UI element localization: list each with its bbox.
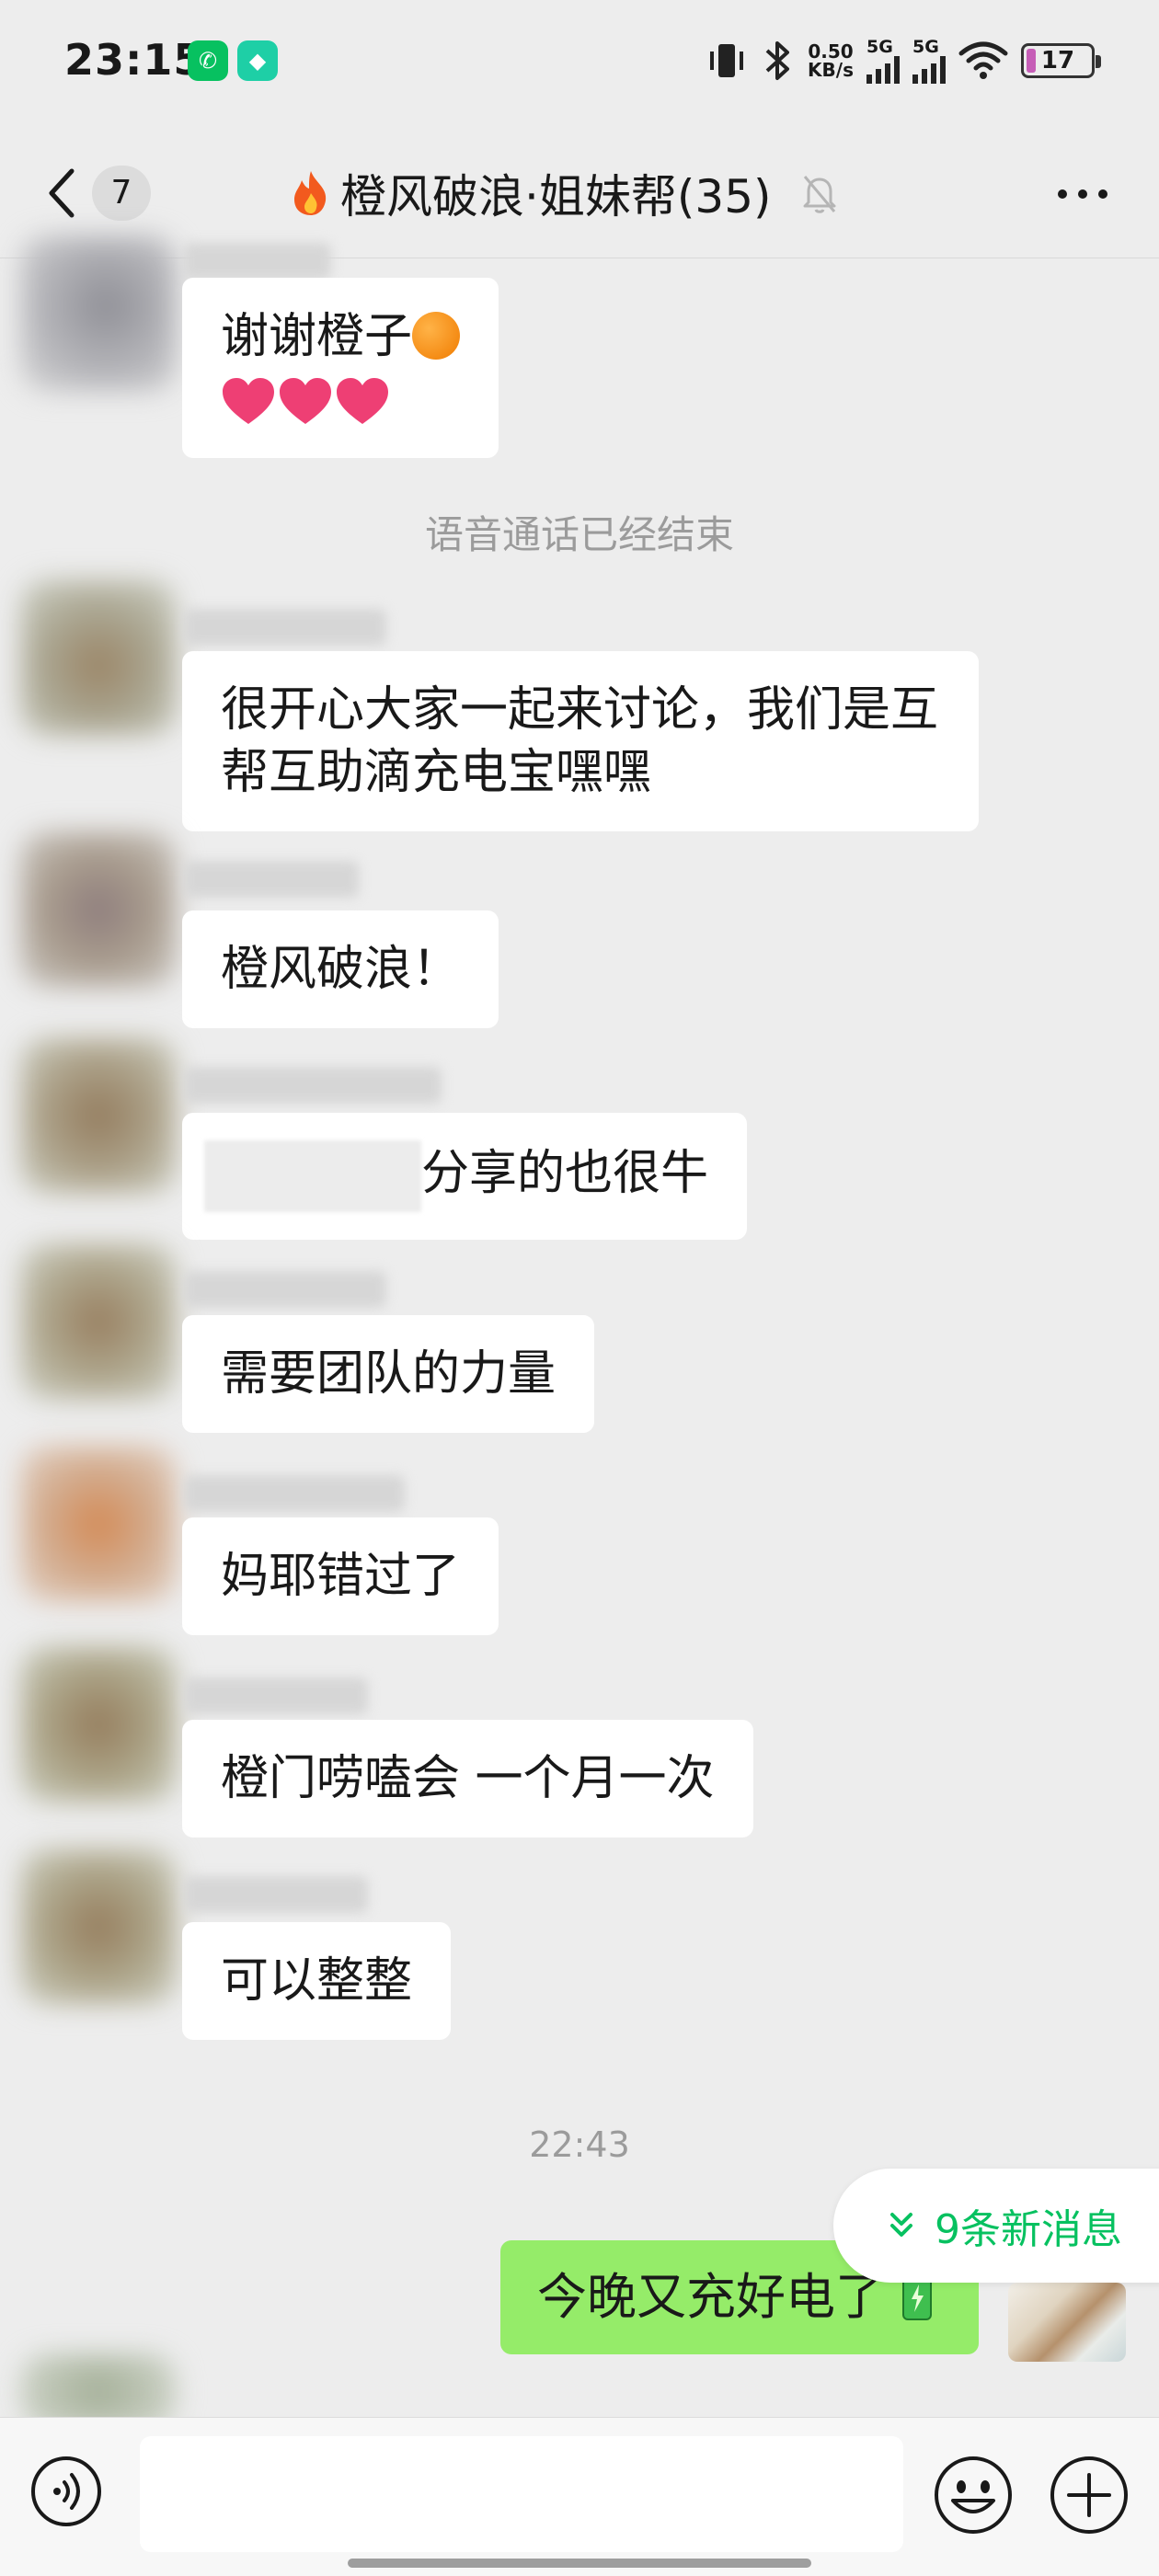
avatar[interactable] (20, 1037, 177, 1194)
sender-name (184, 1475, 405, 1512)
double-chevron-down-icon (890, 2213, 912, 2237)
home-indicator[interactable] (348, 2559, 811, 2568)
message-text: 很开心大家一起来讨论，我们是互帮互助滴充电宝嘿嘿 (221, 682, 939, 800)
battery-level: 17 (1040, 47, 1075, 74)
message-bubble[interactable]: 很开心大家一起来讨论，我们是互帮互助滴充电宝嘿嘿 (182, 651, 979, 831)
net-speed: 0.50 KB/s (808, 42, 854, 79)
status-bar: 23:15 ✆ ◆ 0.50 KB/s 5G 5G 17 (0, 0, 1159, 120)
message-text: 谢谢橙子 (221, 309, 413, 364)
message-text: 橙门唠嗑会 一个月一次 (221, 1751, 715, 1806)
message-bubble[interactable]: 妈耶错过了 (182, 1517, 499, 1635)
wechat-icon: ✆ (188, 40, 228, 81)
net-speed-value: 0.50 (808, 40, 854, 63)
sender-name (184, 1876, 368, 1913)
avatar[interactable] (20, 1243, 177, 1400)
avatar[interactable] (20, 1849, 177, 2005)
more-icon[interactable] (1058, 189, 1107, 199)
sender-name (184, 1677, 368, 1714)
message-text: 需要团队的力量 (221, 1346, 557, 1402)
message-bubble[interactable]: 橙门唠嗑会 一个月一次 (182, 1720, 753, 1838)
system-message: 语音通话已经结束 (424, 512, 734, 557)
message-input[interactable] (140, 2436, 903, 2552)
net-speed-unit: KB/s (808, 59, 854, 81)
plus-button[interactable] (1049, 2455, 1130, 2536)
message-bubble[interactable]: 需要团队的力量 (182, 1315, 595, 1433)
wifi-icon (958, 41, 1008, 79)
avatar[interactable] (20, 579, 177, 736)
sender-name (184, 243, 331, 280)
message-bubble[interactable]: 谢谢橙子 (182, 278, 499, 458)
message-bubble[interactable]: 可以整整 (182, 1922, 452, 2040)
my-avatar[interactable] (1008, 2283, 1126, 2362)
voice-input-button[interactable] (29, 2455, 103, 2528)
message-bubble[interactable]: 分享的也很牛 (182, 1113, 748, 1240)
message-text: 今晚又充好电了 (537, 2268, 885, 2326)
shield-app-icon: ◆ (237, 40, 278, 81)
status-time: 23:15 (64, 35, 204, 85)
signal-1-label: 5G (866, 36, 893, 57)
message-text: 妈耶错过了 (221, 1549, 461, 1604)
avatar[interactable] (20, 831, 177, 988)
signal-2: 5G (912, 36, 946, 84)
redacted-text (204, 1140, 421, 1212)
chat-title: 橙风破浪·姐妹帮(35) (340, 170, 772, 223)
heart-icon (280, 378, 331, 424)
heart-icon (337, 378, 388, 424)
message-text: 橙风破浪！ (221, 942, 461, 997)
chat-header: 7 橙风破浪·姐妹帮(35) (0, 138, 1159, 248)
timestamp: 22:43 (529, 2124, 630, 2165)
battery-icon: 17 (1021, 43, 1101, 78)
bluetooth-icon (765, 41, 790, 80)
signal-2-label: 5G (912, 36, 939, 57)
avatar[interactable] (20, 235, 177, 392)
message-text: 可以整整 (221, 1953, 413, 2009)
vibrate-icon (710, 44, 744, 77)
unread-count-badge[interactable]: 7 (92, 166, 151, 221)
sender-name (184, 861, 359, 898)
message-text: 分享的也很牛 (421, 1146, 709, 1201)
sender-name (184, 1067, 442, 1104)
heart-emoji-row (221, 372, 392, 427)
new-messages-label: 9条新消息 (935, 2206, 1122, 2253)
new-messages-button[interactable]: 9条新消息 (833, 2169, 1159, 2283)
sender-name (184, 1271, 386, 1308)
input-bar (0, 2417, 1159, 2576)
avatar[interactable] (20, 1446, 177, 1602)
message-bubble[interactable]: 橙风破浪！ (182, 910, 499, 1028)
chat-title-area[interactable]: 橙风破浪·姐妹帮(35) (291, 166, 840, 223)
avatar[interactable] (20, 1646, 177, 1803)
mute-icon (803, 176, 836, 213)
back-icon[interactable] (44, 166, 81, 221)
emoji-button[interactable] (933, 2455, 1014, 2536)
orange-emoji-icon (412, 312, 461, 360)
fire-icon (294, 171, 327, 215)
signal-1: 5G (866, 36, 900, 84)
sender-name (184, 609, 386, 646)
heart-icon (223, 378, 274, 424)
